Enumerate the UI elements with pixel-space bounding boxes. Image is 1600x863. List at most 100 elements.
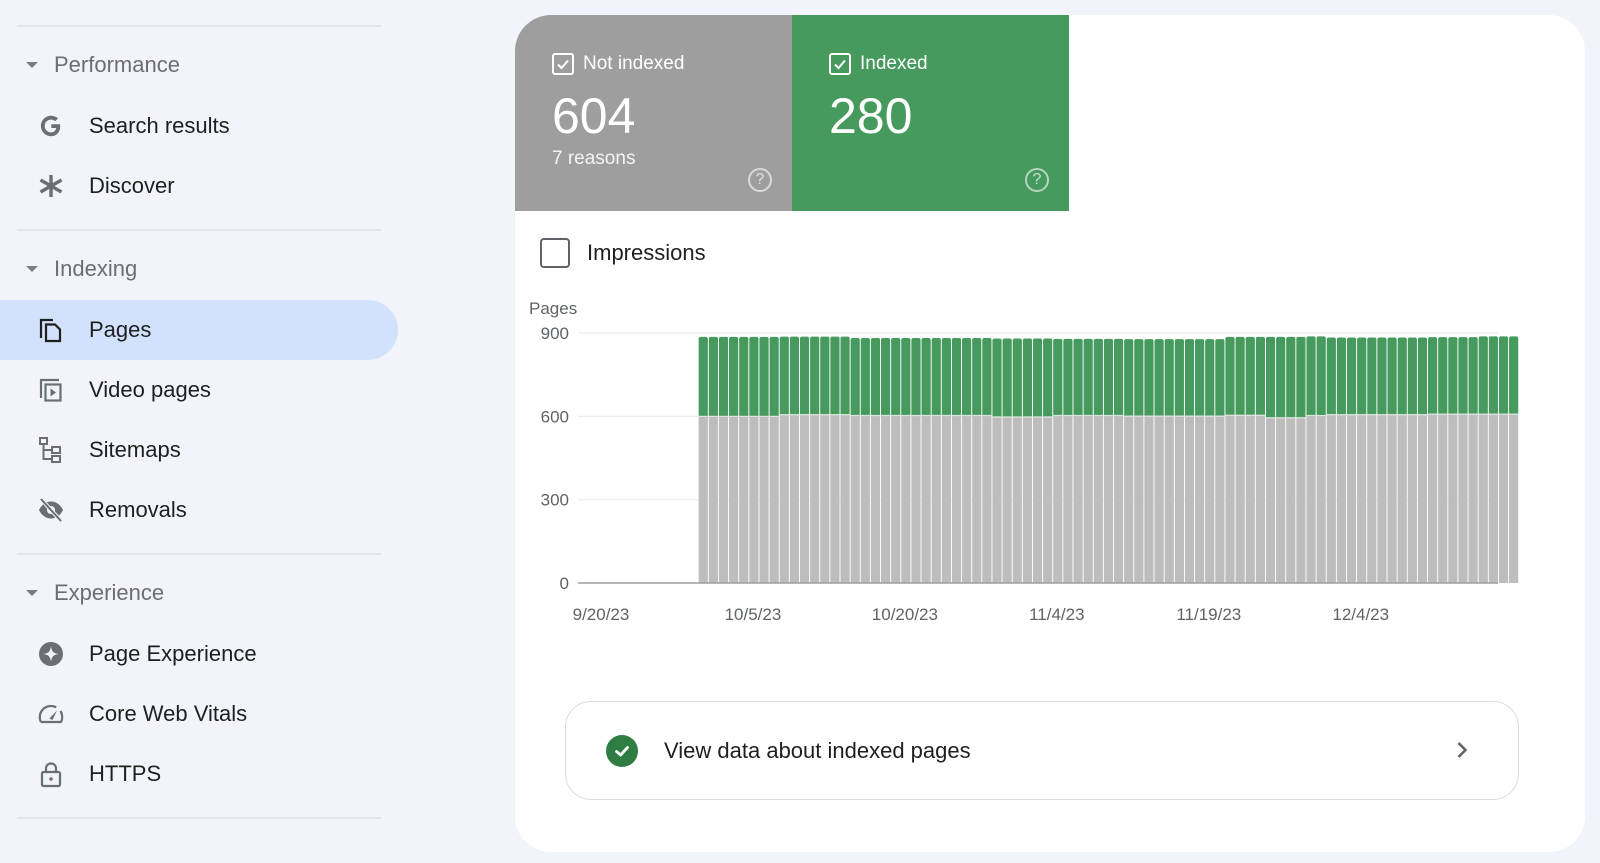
bar-indexed <box>698 336 708 417</box>
impressions-checkbox[interactable] <box>540 238 570 268</box>
sidebar-section-experience[interactable]: Experience <box>24 578 164 608</box>
bar-indexed <box>1367 337 1377 415</box>
impressions-toggle[interactable]: Impressions <box>540 238 706 268</box>
sidebar-divider <box>17 817 381 819</box>
help-icon[interactable]: ? <box>748 168 772 192</box>
bar-not-indexed <box>799 414 810 583</box>
bar-indexed <box>1407 337 1417 415</box>
help-icon[interactable]: ? <box>1025 168 1049 192</box>
y-tick-label: 300 <box>541 491 569 510</box>
sidebar-item-page-experience[interactable]: Page Experience <box>0 624 398 684</box>
bar-not-indexed <box>1296 417 1306 583</box>
bar-not-indexed <box>1245 415 1255 583</box>
bar-indexed <box>1093 338 1103 416</box>
bar-indexed <box>1134 339 1144 417</box>
bar-not-indexed <box>880 415 891 583</box>
sidebar-item-removals[interactable]: Removals <box>0 480 398 540</box>
bar-indexed <box>1346 337 1357 415</box>
asterisk-icon <box>36 171 66 201</box>
sidebar-item-label: Sitemaps <box>89 437 181 462</box>
bar-not-indexed <box>1498 414 1509 583</box>
bar-indexed <box>911 338 921 416</box>
bar-not-indexed <box>1336 414 1347 583</box>
bar-not-indexed <box>1509 414 1519 583</box>
not-indexed-summary[interactable]: Not indexed 604 7 reasons ? <box>515 15 792 211</box>
bar-indexed <box>1428 337 1438 415</box>
bar-not-indexed <box>962 415 972 583</box>
google-g-icon <box>36 111 66 141</box>
bar-not-indexed <box>860 415 870 583</box>
bar-not-indexed <box>749 416 759 583</box>
bar-indexed <box>1478 336 1488 415</box>
indexed-checkbox[interactable] <box>829 53 851 75</box>
bar-not-indexed <box>1103 415 1114 583</box>
bar-indexed <box>1387 337 1397 415</box>
bar-indexed <box>1195 339 1205 417</box>
sidebar-item-https[interactable]: HTTPS <box>0 744 398 804</box>
bar-indexed <box>1265 336 1276 418</box>
bar-not-indexed <box>1215 416 1225 583</box>
sitemap-icon <box>36 435 66 465</box>
view-indexed-pages-label: View data about indexed pages <box>664 737 971 763</box>
bar-indexed <box>962 338 972 416</box>
bar-indexed <box>931 338 941 416</box>
bar-not-indexed <box>1346 414 1357 583</box>
bar-indexed <box>1326 337 1336 415</box>
not-indexed-reasons: 7 reasons <box>552 148 636 169</box>
check-icon <box>834 59 846 70</box>
bar-indexed <box>880 338 891 416</box>
bar-not-indexed <box>941 415 951 583</box>
not-indexed-count: 604 <box>552 88 636 144</box>
y-axis-label: Pages <box>529 299 577 318</box>
bar-indexed <box>830 336 840 415</box>
bar-not-indexed <box>729 416 739 583</box>
sidebar-section-indexing[interactable]: Indexing <box>24 254 137 284</box>
lock-icon <box>36 759 66 789</box>
bar-not-indexed <box>1367 414 1377 583</box>
bar-not-indexed <box>1205 416 1215 583</box>
bar-indexed <box>1509 336 1519 415</box>
bar-indexed <box>1336 337 1347 415</box>
bar-indexed <box>1215 339 1225 417</box>
bar-indexed <box>1053 338 1063 416</box>
x-tick-label: 9/20/23 <box>573 605 630 624</box>
sidebar-item-label: HTTPS <box>89 761 162 786</box>
x-tick-label: 11/19/23 <box>1176 605 1241 624</box>
bar-not-indexed <box>1043 416 1053 583</box>
sidebar-item-discover[interactable]: Discover <box>0 156 398 216</box>
caret-down-icon <box>26 590 38 596</box>
bar-not-indexed <box>1164 416 1174 583</box>
sidebar-item-pages[interactable]: Pages <box>0 300 398 360</box>
bar-indexed <box>1316 336 1326 416</box>
sidebar-item-sitemaps[interactable]: Sitemaps <box>0 420 398 480</box>
bar-indexed <box>860 338 870 416</box>
bar-not-indexed <box>1073 415 1083 583</box>
bar-indexed <box>1154 339 1164 417</box>
indexed-summary[interactable]: Indexed 280 ? <box>792 15 1069 211</box>
sidebar-item-search-results[interactable]: Search results <box>0 96 398 156</box>
bar-indexed <box>1174 339 1184 417</box>
bar-indexed <box>850 338 860 416</box>
sidebar-item-video-pages[interactable]: Video pages <box>0 360 398 420</box>
bar-not-indexed <box>1397 414 1407 583</box>
bar-not-indexed <box>1184 416 1195 583</box>
sidebar-section-performance[interactable]: Performance <box>24 50 180 80</box>
bar-indexed <box>1286 336 1296 418</box>
bar-indexed <box>1306 336 1316 416</box>
bar-indexed <box>1144 339 1154 417</box>
bar-not-indexed <box>759 416 769 583</box>
bar-indexed <box>739 336 749 417</box>
bar-not-indexed <box>1093 415 1103 583</box>
bar-indexed <box>1002 338 1012 417</box>
section-title: Indexing <box>54 256 138 281</box>
bar-not-indexed <box>982 415 992 583</box>
x-tick-label: 10/20/23 <box>872 605 938 624</box>
bar-not-indexed <box>911 415 921 583</box>
bar-indexed <box>769 336 779 417</box>
bar-indexed <box>1357 337 1367 415</box>
not-indexed-checkbox[interactable] <box>552 53 574 75</box>
sidebar-item-core-web-vitals[interactable]: Core Web Vitals <box>0 684 398 744</box>
bar-not-indexed <box>1488 414 1498 583</box>
bar-not-indexed <box>1357 414 1367 583</box>
view-indexed-pages-link[interactable]: View data about indexed pages <box>565 701 1519 800</box>
